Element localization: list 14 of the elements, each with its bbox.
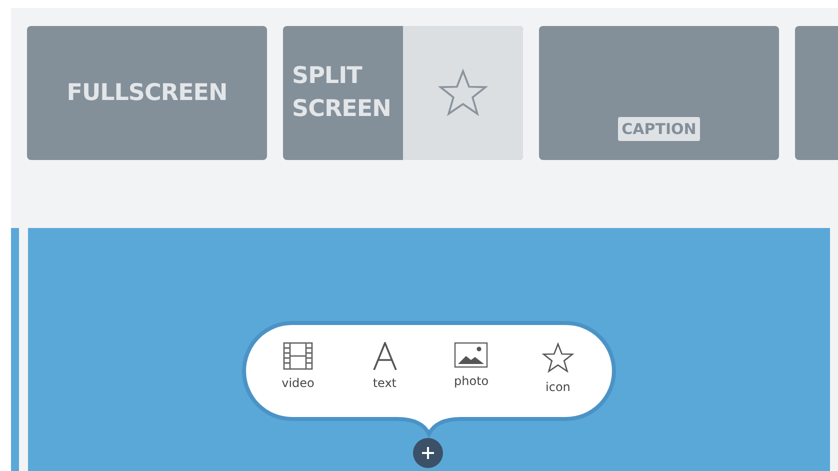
star-icon (438, 68, 488, 118)
add-menu-item[interactable]: text (360, 342, 410, 394)
plus-icon (421, 446, 435, 460)
add-button[interactable] (413, 438, 443, 468)
card-label: SPLIT SCREEN (292, 62, 392, 124)
image-icon (454, 342, 488, 368)
letter-icon (372, 342, 397, 370)
card-label: FULLSCREEN (66, 80, 228, 106)
caption-label: CAPTION (618, 117, 700, 141)
film-icon (283, 342, 313, 370)
star-icon (540, 342, 575, 374)
add-menu-item[interactable]: photo (446, 342, 496, 394)
add-menu-item[interactable]: icon (532, 342, 583, 394)
add-menu-item[interactable]: video (273, 342, 323, 394)
